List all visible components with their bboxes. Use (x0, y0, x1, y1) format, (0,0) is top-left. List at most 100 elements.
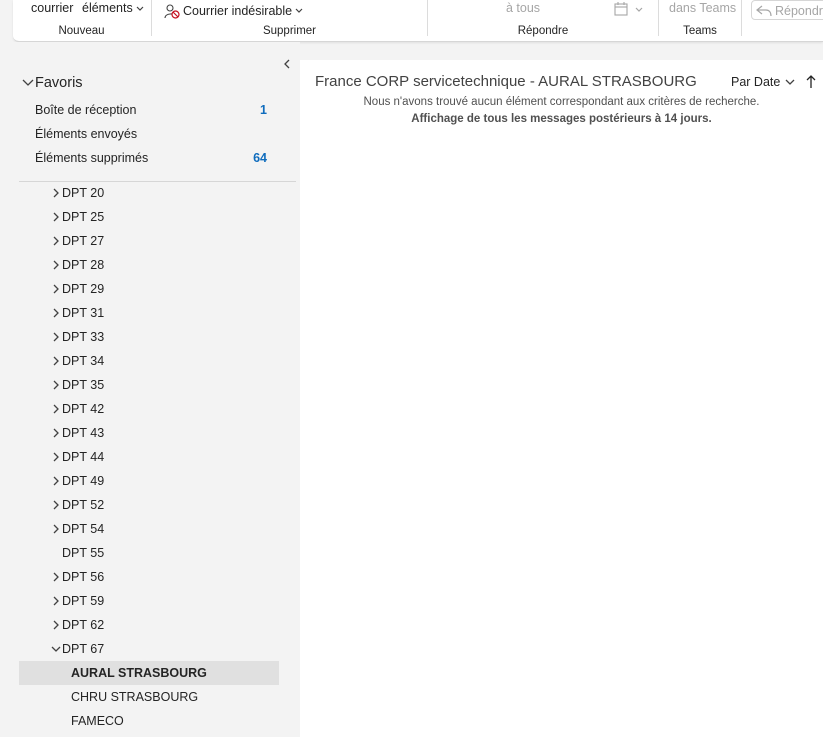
chevron-right-icon[interactable] (50, 619, 62, 631)
folder-label: DPT 44 (62, 450, 105, 464)
folder-item[interactable]: DPT 49 (50, 469, 280, 493)
folder-label: DPT 59 (62, 594, 105, 608)
reply-all-button[interactable]: à tous (506, 1, 540, 15)
folder-label: DPT 31 (62, 306, 105, 320)
share-teams-button[interactable]: dans Teams (669, 1, 736, 15)
group-label-supprimer: Supprimer (262, 25, 317, 37)
folder-item[interactable]: DPT 43 (50, 421, 280, 445)
ribbon-group-repondre: à tous Répondre (428, 0, 658, 42)
subfolder-label: AURAL STRASBOURG (71, 666, 207, 680)
folder-item[interactable]: DPT 20 (50, 181, 280, 205)
reply-button[interactable]: Répondr (751, 0, 823, 20)
calendar-reply-icon (614, 2, 628, 16)
folder-label: DPT 34 (62, 354, 105, 368)
empty-search-message: Nous n'avons trouvé aucun élément corres… (363, 96, 760, 108)
junk-person-icon (164, 4, 180, 19)
chevron-down-icon (635, 7, 643, 12)
folder-item[interactable]: DPT 28 (50, 253, 280, 277)
folder-item[interactable]: DPT 42 (50, 397, 280, 421)
favorites-label: Favoris (35, 75, 83, 91)
inbox-unread-count: 1 (260, 103, 267, 117)
junk-mail-button[interactable]: Courrier indésirable (164, 3, 303, 19)
chevron-down-icon (22, 79, 34, 86)
chevron-right-icon[interactable] (50, 331, 62, 343)
sort-direction-icon[interactable] (805, 75, 817, 89)
ribbon-group-supprimer: Courrier indésirable Supprimer (152, 0, 427, 42)
sort-dropdown[interactable]: Par Date (731, 75, 795, 89)
chevron-right-icon[interactable] (50, 403, 62, 415)
chevron-right-icon[interactable] (50, 187, 62, 199)
folder-label: DPT 55 (62, 546, 105, 560)
folder-item[interactable]: DPT 59 (50, 589, 280, 613)
chevron-down-icon[interactable] (50, 643, 62, 655)
deleted-count: 64 (253, 151, 267, 165)
date-filter-message: Affichage de tous les messages postérieu… (411, 113, 712, 125)
chevron-right-icon[interactable] (50, 355, 62, 367)
new-mail-button[interactable]: courrier (31, 1, 73, 15)
folder-label: DPT 52 (62, 498, 105, 512)
folder-label: DPT 43 (62, 426, 105, 440)
favorites-header[interactable]: Favoris (22, 75, 83, 91)
folder-item[interactable]: DPT 29 (50, 277, 280, 301)
chevron-right-icon[interactable] (50, 307, 62, 319)
chevron-right-icon[interactable] (50, 259, 62, 271)
favorite-deleted[interactable]: Éléments supprimés (35, 151, 148, 165)
folder-item[interactable]: DPT 56 (50, 565, 280, 589)
new-items-button[interactable]: éléments (82, 1, 144, 15)
ribbon: courrier éléments Nouveau Courrier indés… (13, 0, 823, 42)
chevron-right-icon[interactable] (50, 283, 62, 295)
chevron-down-icon (295, 8, 303, 13)
subfolder-label: FAMECO (71, 714, 124, 728)
chevron-right-icon[interactable] (50, 211, 62, 223)
subfolder-item[interactable]: AURAL STRASBOURG (19, 661, 279, 685)
folder-item[interactable]: DPT 62 (50, 613, 280, 637)
folder-item[interactable]: DPT 35 (50, 373, 280, 397)
favorite-sent[interactable]: Éléments envoyés (35, 127, 137, 141)
folder-item[interactable]: DPT 44 (50, 445, 280, 469)
folder-title: France CORP servicetechnique - AURAL STR… (315, 73, 697, 90)
folder-item[interactable]: DPT 27 (50, 229, 280, 253)
ribbon-separator (741, 0, 742, 36)
chevron-right-icon[interactable] (50, 427, 62, 439)
meeting-reply-button[interactable] (614, 2, 643, 17)
chevron-down-icon (136, 6, 144, 11)
reply-arrow-icon (756, 5, 772, 16)
group-label-repondre: Répondre (517, 25, 569, 37)
chevron-placeholder (50, 547, 62, 559)
ribbon-group-nouveau: courrier éléments Nouveau (13, 0, 150, 42)
folder-item[interactable]: DPT 52 (50, 493, 280, 517)
group-label-nouveau: Nouveau (58, 25, 105, 37)
folder-item[interactable]: DPT 33 (50, 325, 280, 349)
chevron-right-icon[interactable] (50, 595, 62, 607)
chevron-right-icon[interactable] (50, 379, 62, 391)
chevron-right-icon[interactable] (50, 523, 62, 535)
ribbon-group-teams: dans Teams Teams (659, 0, 741, 42)
folder-label: DPT 35 (62, 378, 105, 392)
folder-label: DPT 54 (62, 522, 105, 536)
folder-item[interactable]: DPT 67 (50, 637, 280, 661)
chevron-right-icon[interactable] (50, 499, 62, 511)
folder-item[interactable]: DPT 54 (50, 517, 280, 541)
folder-label: DPT 42 (62, 402, 105, 416)
subfolder-label: CHRU STRASBOURG (71, 690, 199, 704)
folder-item[interactable]: DPT 31 (50, 301, 280, 325)
chevron-right-icon[interactable] (50, 235, 62, 247)
group-label-teams: Teams (683, 25, 717, 37)
collapse-pane-icon[interactable] (281, 58, 293, 70)
folder-label: DPT 49 (62, 474, 105, 488)
chevron-right-icon[interactable] (50, 475, 62, 487)
folder-item[interactable]: DPT 25 (50, 205, 280, 229)
favorite-inbox[interactable]: Boîte de réception (35, 103, 136, 117)
folder-label: DPT 29 (62, 282, 105, 296)
chevron-right-icon[interactable] (50, 571, 62, 583)
folder-label: DPT 27 (62, 234, 105, 248)
folder-item[interactable]: DPT 55 (50, 541, 280, 565)
chevron-right-icon[interactable] (50, 451, 62, 463)
folder-label: DPT 28 (62, 258, 105, 272)
folder-item[interactable]: DPT 34 (50, 349, 280, 373)
subfolder-item[interactable]: CHRU STRASBOURG (19, 685, 279, 709)
folder-label: DPT 25 (62, 210, 105, 224)
folder-label: DPT 56 (62, 570, 105, 584)
subfolder-item[interactable]: FAMECO (19, 709, 279, 733)
sort-label: Par Date (731, 75, 781, 89)
